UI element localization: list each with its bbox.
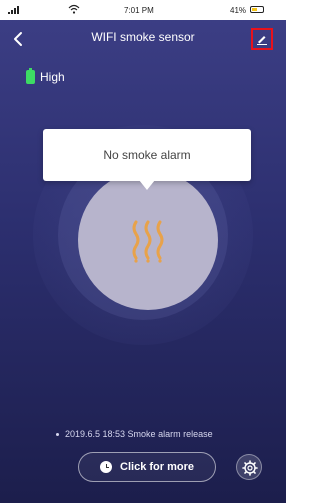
smoke-icon — [130, 218, 166, 269]
edit-button[interactable] — [251, 28, 273, 50]
status-battery-percent: 41% — [230, 6, 247, 15]
wifi-icon — [68, 4, 80, 16]
click-for-more-label: Click for more — [120, 461, 194, 473]
battery-level-label: High — [40, 70, 65, 84]
clock-icon — [100, 461, 113, 473]
bullet-icon — [56, 433, 59, 437]
battery-level: High — [26, 68, 65, 84]
smoke-sensor-screen: 7:01 PM 41% WIFI smoke sensor High No sm… — [0, 0, 286, 503]
status-time: 7:01 PM — [124, 6, 154, 15]
signal-icon — [8, 6, 22, 16]
settings-button[interactable] — [236, 454, 262, 480]
status-bar: 7:01 PM 41% — [0, 0, 286, 20]
gear-icon — [242, 460, 258, 476]
pencil-icon — [257, 36, 267, 45]
alarm-log-text: 2019.6.5 18:53 Smoke alarm release — [65, 429, 213, 439]
click-for-more-button[interactable]: Click for more — [78, 452, 216, 482]
alarm-status-text: No smoke alarm — [103, 148, 191, 162]
battery-icon — [26, 68, 35, 84]
header: WIFI smoke sensor — [0, 20, 286, 58]
page-title: WIFI smoke sensor — [91, 30, 195, 44]
alarm-status-bubble: No smoke alarm — [43, 129, 251, 190]
status-battery-icon — [250, 6, 264, 13]
alarm-log-entry: 2019.6.5 18:53 Smoke alarm release — [56, 429, 213, 439]
